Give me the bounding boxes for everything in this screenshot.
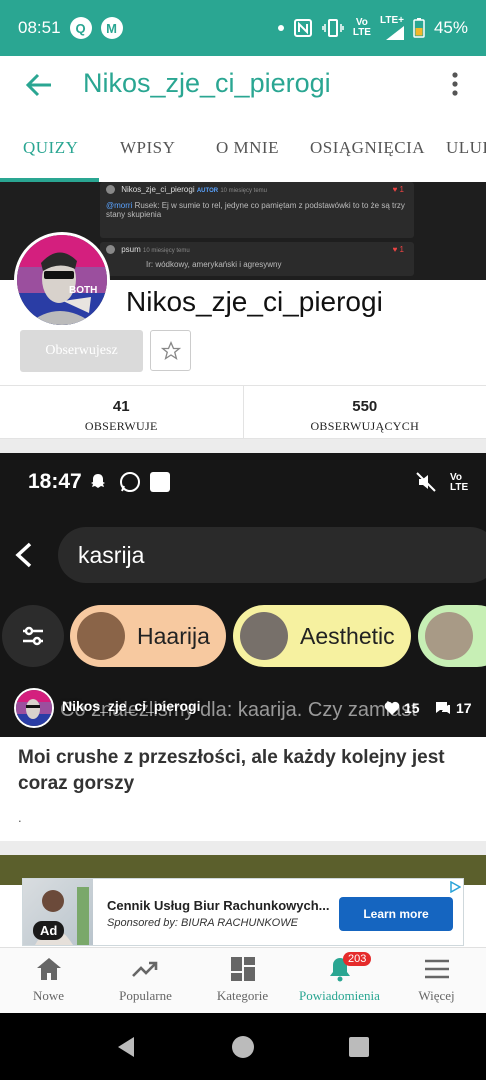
system-navigation-bar <box>0 1013 486 1080</box>
post-author-avatar[interactable] <box>14 688 54 728</box>
menu-icon <box>424 959 449 979</box>
post-image-chip-aesthetic: Aesthetic <box>233 605 411 667</box>
profile-tabs: QUIZY WPISY O MNIE OSIĄGNIĘCIA ULUB <box>0 114 486 182</box>
post-description: . <box>18 810 22 825</box>
whatsapp-icon <box>120 472 140 492</box>
tab-osiagniecia[interactable]: OSIĄGNIĘCIA <box>310 138 425 158</box>
square-icon <box>150 472 170 492</box>
q-app-icon: Q <box>69 17 92 39</box>
nav-powiadomienia[interactable]: 203 Powiadomienia <box>291 952 388 1004</box>
app-screen: 08:51 Q M Vo LTE LTE+ 45% Nikos_zje_ci_p… <box>0 0 486 1080</box>
ad-badge: Ad <box>33 921 65 940</box>
ad-sponsor: Sponsored by: BIURA RACHUNKOWE <box>107 917 298 929</box>
battery-percent: 45% <box>433 18 468 37</box>
post-image-chip-more <box>418 605 486 667</box>
nav-wiecej[interactable]: Więcej <box>388 956 485 1004</box>
post-title[interactable]: Moi crushe z przeszłości, ale każdy kole… <box>18 745 473 797</box>
motorola-icon: M <box>100 17 123 39</box>
status-time: 08:51 <box>18 18 61 37</box>
status-bar: 08:51 Q M Vo LTE LTE+ 45% <box>0 0 486 56</box>
notification-count-badge: 203 <box>343 952 372 966</box>
snapchat-icon <box>91 474 105 488</box>
vibrate-icon <box>322 19 344 37</box>
nav-nowe[interactable]: Nowe <box>0 956 97 1004</box>
recents-square-icon[interactable] <box>348 1036 370 1058</box>
star-icon <box>160 340 181 360</box>
heart-icon <box>384 701 400 715</box>
volte-icon: Vo LTE <box>450 472 469 493</box>
heart-icon: ♥ 1 <box>392 185 404 194</box>
following-count: 41 <box>112 398 130 415</box>
nfc-icon <box>293 19 312 37</box>
followers-stat[interactable]: 550 OBSERWUJĄCYCH <box>242 386 486 438</box>
post-comments: 17 <box>434 700 472 716</box>
battery-icon <box>413 18 425 38</box>
nav-popularne[interactable]: Popularne <box>97 956 194 1004</box>
post-author-row: Nikos_zje_ci_pierogi 15 17 <box>14 688 484 730</box>
trending-icon <box>131 961 157 977</box>
grid-icon <box>230 957 255 981</box>
chip-photo <box>425 612 473 660</box>
cover-comment-avatar <box>106 185 115 195</box>
back-arrow-icon <box>15 542 32 568</box>
followers-label: OBSERWUJĄCYCH <box>310 419 420 433</box>
back-arrow-icon[interactable] <box>24 70 54 100</box>
page-title: Nikos_zje_ci_pierogi <box>83 68 331 98</box>
cover-comment-1: Nikos_zje_ci_pierogi AUTOR 10 miesięcy t… <box>100 182 414 238</box>
tab-wpisy[interactable]: WPISY <box>120 138 175 158</box>
lte-signal-icon: LTE+ <box>380 16 404 40</box>
back-triangle-icon[interactable] <box>114 1035 138 1059</box>
home-circle-icon[interactable] <box>231 1035 255 1059</box>
ad-title: Cennik Usług Biur Rachunkowych... <box>107 898 330 913</box>
tab-quizy[interactable]: QUIZY <box>23 138 78 158</box>
cover-comment-avatar <box>106 245 115 255</box>
nav-kategorie[interactable]: Kategorie <box>194 956 291 1004</box>
dot-icon <box>277 25 284 31</box>
chip-photo <box>77 612 125 660</box>
home-icon <box>36 958 61 980</box>
followers-count: 550 <box>352 398 378 415</box>
comment-icon <box>436 702 450 714</box>
following-label: OBSERWUJE <box>84 419 158 433</box>
post-image-search-query: kasrija <box>78 542 145 568</box>
post-author-name[interactable]: Nikos_zje_ci_pierogi <box>62 698 201 714</box>
ad-image: Ad <box>23 879 93 945</box>
favorite-button[interactable] <box>150 330 191 371</box>
follow-button[interactable]: Obserwujesz <box>20 330 143 372</box>
profile-stats: 41 OBSERWUJE 550 OBSERWUJĄCYCH <box>0 385 486 439</box>
tab-o-mnie[interactable]: O MNIE <box>216 138 279 158</box>
post-image-filter-chip <box>2 605 64 667</box>
following-stat[interactable]: 41 OBSERWUJE <box>0 386 243 438</box>
bottom-navigation: Nowe Popularne Kategorie 203 Powiadomien… <box>0 947 486 1013</box>
divider <box>0 841 486 855</box>
more-vert-icon[interactable] <box>448 70 462 100</box>
chip-photo <box>240 612 288 660</box>
volte-icon: Vo LTE <box>352 17 371 38</box>
ad-choices-icon[interactable] <box>449 881 461 893</box>
cover-comment-2: psum 10 miesięcy temu ♥ 1 Ir: wódkowy, a… <box>100 242 414 276</box>
tab-ulubione[interactable]: ULUB <box>446 138 486 158</box>
heart-icon: ♥ 1 <box>392 245 404 254</box>
mute-icon <box>416 472 436 492</box>
post-likes: 15 <box>384 700 420 716</box>
profile-avatar[interactable]: BOTH <box>14 232 110 328</box>
ad-banner[interactable]: Ad Cennik Usług Biur Rachunkowych... Spo… <box>22 878 464 946</box>
app-bar: Nikos_zje_ci_pierogi <box>0 56 486 114</box>
divider <box>0 439 486 453</box>
sliders-icon <box>23 626 43 646</box>
post-image-time: 18:47 <box>28 470 82 493</box>
post-image-chip-haarija: Haarija <box>70 605 226 667</box>
profile-username: Nikos_zje_ci_pierogi <box>126 286 383 317</box>
ad-learn-more-button[interactable]: Learn more <box>339 897 453 931</box>
avatar-badge: BOTH <box>69 285 98 296</box>
